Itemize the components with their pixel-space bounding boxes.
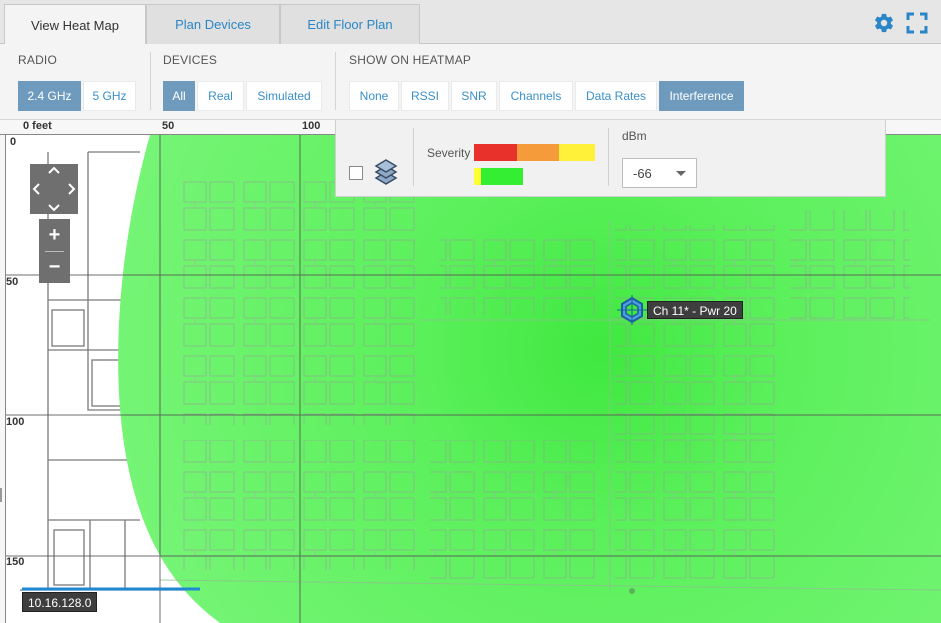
divider [608,128,609,186]
severity-high-swatch [474,144,517,161]
heatmap-canvas[interactable]: 0 feet 50 100 0 50 100 150 + − Ch 11* - … [0,120,941,623]
severity-low-swatch [559,144,595,161]
show-interference-button[interactable]: Interference [659,81,744,111]
pan-arrows-icon [32,166,76,212]
divider [335,52,336,110]
dbm-label: dBm [622,129,647,143]
ruler-tick: 50 [6,276,19,288]
ruler-tick: 50 [162,120,175,132]
show-data-rates-button[interactable]: Data Rates [575,81,657,111]
ruler-tick: 100 [6,416,25,428]
radio-5ghz-button[interactable]: 5 GHz [83,81,136,111]
radio-group-label: RADIO [18,53,58,67]
divider [413,128,414,186]
resize-handle[interactable] [0,488,2,502]
fullscreen-icon[interactable] [906,12,928,34]
layers-icon[interactable] [374,158,398,188]
device-marker-icon [629,588,635,594]
access-point-icon[interactable] [617,295,647,325]
show-rssi-button[interactable]: RSSI [401,81,449,111]
dbm-threshold-select[interactable]: -66 [622,158,697,188]
coverage-swatch [481,168,523,185]
tab-view-heat-map[interactable]: View Heat Map [4,4,146,45]
interference-legend: Severity dBm -66 [335,120,886,197]
zoom-out-button[interactable]: − [39,252,70,282]
dbm-selected-value: -66 [633,165,652,181]
left-ruler [0,135,6,623]
devices-all-button[interactable]: All [163,81,195,111]
zoom-in-button[interactable]: + [39,220,70,250]
ruler-tick: 0 feet [23,120,52,132]
tab-bar: View Heat Map Plan Devices Edit Floor Pl… [0,0,941,45]
ruler-tick: 150 [6,556,25,568]
devices-simulated-button[interactable]: Simulated [246,81,322,111]
divider [150,52,151,110]
tab-plan-devices[interactable]: Plan Devices [146,4,280,44]
pan-control[interactable] [30,164,78,214]
devices-real-button[interactable]: Real [197,81,244,111]
coverage-edge-swatch [474,168,481,185]
severity-label: Severity [427,146,471,160]
layer-toggle-checkbox[interactable] [349,166,363,180]
access-point-label: Ch 11* - Pwr 20 [647,301,743,319]
filter-bar: RADIO 2.4 GHz 5 GHz DEVICES All Real Sim… [0,44,941,120]
radio-2-4ghz-button[interactable]: 2.4 GHz [18,81,81,111]
ruler-tick: 0 [10,136,17,148]
ruler-tick: 100 [302,120,321,132]
subnet-label: 10.16.128.0 [22,592,98,612]
severity-medium-swatch [517,144,559,161]
tab-edit-floor-plan[interactable]: Edit Floor Plan [280,4,420,44]
show-snr-button[interactable]: SNR [451,81,497,111]
show-heatmap-group-label: SHOW ON HEATMAP [349,53,472,67]
zoom-control: + − [39,219,70,283]
gear-icon[interactable] [873,12,895,34]
devices-group-label: DEVICES [163,53,218,67]
chevron-down-icon [676,171,686,176]
show-channels-button[interactable]: Channels [499,81,573,111]
show-none-button[interactable]: None [349,81,399,111]
